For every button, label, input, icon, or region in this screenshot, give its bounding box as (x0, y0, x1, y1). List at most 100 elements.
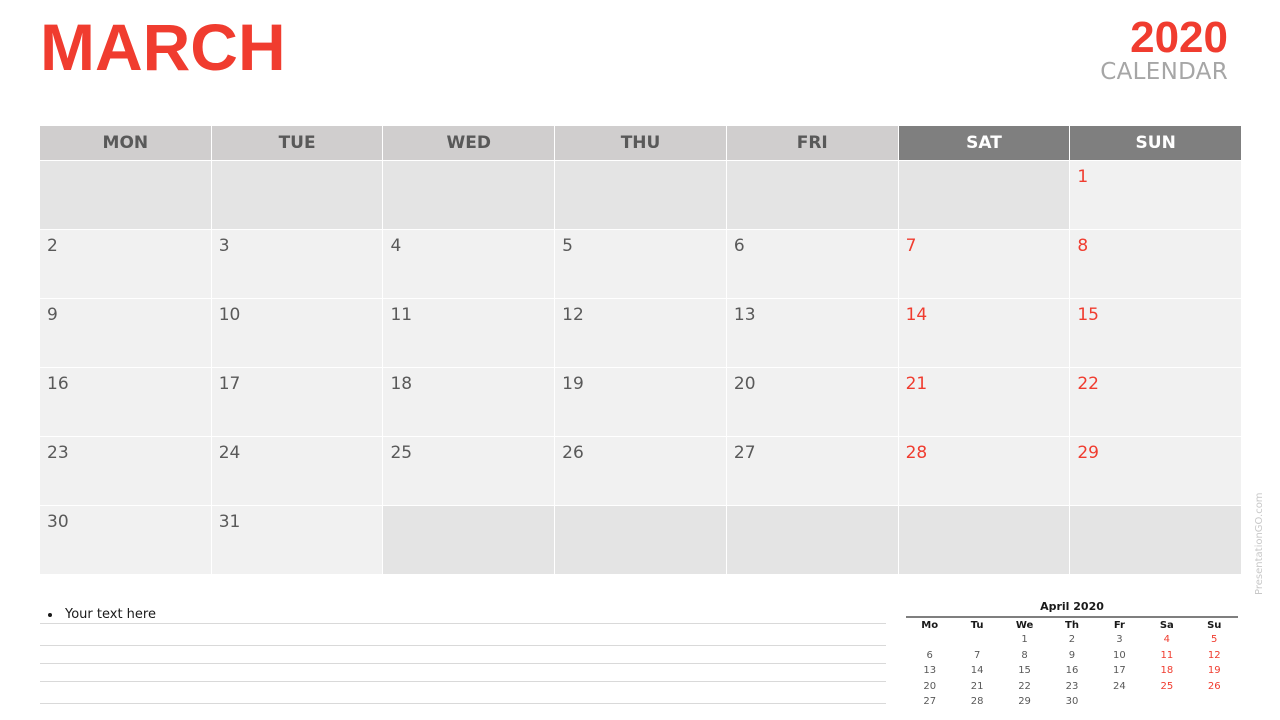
week-row: 16 17 18 19 20 21 22 (40, 367, 1242, 436)
day-cell[interactable]: 18 (383, 368, 556, 436)
day-number: 7 (905, 236, 917, 256)
day-cell[interactable]: 29 (1070, 437, 1242, 505)
day-cell[interactable]: 28 (898, 437, 1071, 505)
watermark: PresentationGO.com (1254, 492, 1265, 595)
mini-day: 1 (1021, 634, 1028, 646)
day-cell[interactable]: 3 (211, 230, 384, 298)
weekday-header-fri: FRI (726, 126, 899, 160)
day-number: 1 (1077, 167, 1089, 187)
mini-weekday-su: Su (1207, 619, 1222, 631)
week-row: 23 24 25 26 27 28 29 (40, 436, 1242, 505)
day-cell[interactable]: 10 (211, 299, 384, 367)
day-cell[interactable]: 16 (40, 368, 212, 436)
day-cell[interactable]: 19 (555, 368, 727, 436)
note-line (40, 681, 886, 682)
day-number: 12 (562, 305, 584, 325)
mini-day: 7 (973, 649, 981, 661)
month-title: MARCH (40, 10, 286, 84)
mini-weekday-sa: Sa (1159, 619, 1174, 631)
mini-day: 4 (1163, 634, 1170, 646)
mini-day: 27 (923, 696, 937, 708)
mini-day: 12 (1207, 649, 1221, 661)
day-number: 16 (47, 374, 69, 394)
day-cell[interactable]: 22 (1070, 368, 1242, 436)
day-cell[interactable]: 27 (726, 437, 899, 505)
mini-day: 20 (923, 680, 937, 692)
note-line (40, 623, 886, 624)
bullet-icon (48, 612, 52, 617)
day-cell[interactable]: 21 (898, 368, 1071, 436)
day-number: 2 (47, 236, 58, 256)
day-cell[interactable]: 30 (40, 506, 212, 574)
mini-weekday-tu: Tu (970, 619, 984, 631)
mini-day: 2 (1068, 634, 1076, 646)
day-number: 28 (905, 443, 928, 463)
weekday-header-sun: SUN (1070, 126, 1242, 160)
week-row: 2 3 4 5 6 7 8 (40, 229, 1242, 298)
day-cell[interactable]: 14 (898, 299, 1071, 367)
mini-day: 30 (1065, 696, 1079, 708)
mini-day: 6 (926, 649, 933, 661)
weekday-header-sat: SAT (898, 126, 1071, 160)
day-cell[interactable]: 7 (898, 230, 1071, 298)
empty-day-cell (211, 161, 384, 229)
mini-day: 24 (1113, 680, 1126, 692)
empty-day-cell (898, 161, 1071, 229)
mini-day: 19 (1207, 665, 1221, 677)
mini-day: 18 (1160, 665, 1174, 677)
empty-day-cell (726, 161, 899, 229)
day-cell[interactable]: 24 (211, 437, 384, 505)
note-item[interactable]: Your text here (48, 607, 156, 622)
day-cell[interactable]: 2 (40, 230, 212, 298)
day-cell[interactable]: 5 (555, 230, 727, 298)
week-row: 9 10 11 12 13 14 15 (40, 298, 1242, 367)
day-cell[interactable]: 9 (40, 299, 212, 367)
day-cell[interactable]: 26 (555, 437, 727, 505)
day-cell[interactable]: 8 (1070, 230, 1242, 298)
mini-day: 26 (1207, 680, 1221, 692)
mini-day: 22 (1018, 680, 1031, 692)
day-number: 19 (562, 374, 584, 394)
day-cell[interactable]: 6 (726, 230, 899, 298)
mini-day: 21 (970, 680, 984, 692)
mini-day: 28 (970, 696, 984, 708)
day-number: 21 (905, 374, 928, 394)
day-cell[interactable]: 31 (211, 506, 384, 574)
note-line (40, 663, 886, 664)
weekday-header-wed: WED (383, 126, 556, 160)
empty-day-cell (1070, 506, 1242, 574)
day-number: 14 (905, 305, 928, 325)
day-number: 20 (733, 374, 756, 394)
day-number: 4 (390, 236, 402, 256)
week-row: 1 (40, 160, 1242, 229)
empty-day-cell (40, 161, 212, 229)
day-cell[interactable]: 13 (726, 299, 899, 367)
day-cell[interactable]: 1 (1070, 161, 1242, 229)
mini-weekday-row: Mo Tu We Th Fr Sa Su (906, 618, 1238, 632)
day-number: 8 (1077, 236, 1089, 256)
calendar-subtitle: CALENDAR (1100, 59, 1228, 85)
empty-day-cell (898, 506, 1071, 574)
year-label: 2020 (1130, 13, 1228, 62)
day-cell[interactable]: 12 (555, 299, 727, 367)
empty-day-cell (383, 161, 556, 229)
mini-weekday-mo: Mo (921, 619, 939, 631)
mini-day: 15 (1018, 665, 1031, 677)
day-cell[interactable]: 4 (383, 230, 556, 298)
mini-week-row: 1 2 3 4 5 (906, 632, 1238, 648)
day-cell[interactable]: 11 (383, 299, 556, 367)
mini-day: 23 (1065, 680, 1079, 692)
empty-day-cell (555, 506, 727, 574)
mini-day: 16 (1065, 665, 1079, 677)
mini-week-row: 6 7 8 9 10 11 12 (906, 648, 1238, 664)
mini-calendar-april: April 2020 Mo Tu We Th Fr Sa Su 1 2 3 4 5 6 7 8 9 10 11 1… (906, 599, 1238, 710)
weekday-header-thu: THU (555, 126, 727, 160)
day-cell[interactable]: 17 (211, 368, 384, 436)
day-cell[interactable]: 15 (1070, 299, 1242, 367)
day-cell[interactable]: 23 (40, 437, 212, 505)
day-cell[interactable]: 20 (726, 368, 899, 436)
mini-weekday-we: We (1015, 619, 1034, 631)
mini-day: 25 (1160, 680, 1174, 692)
day-cell[interactable]: 25 (383, 437, 556, 505)
day-number: 22 (1077, 374, 1099, 394)
